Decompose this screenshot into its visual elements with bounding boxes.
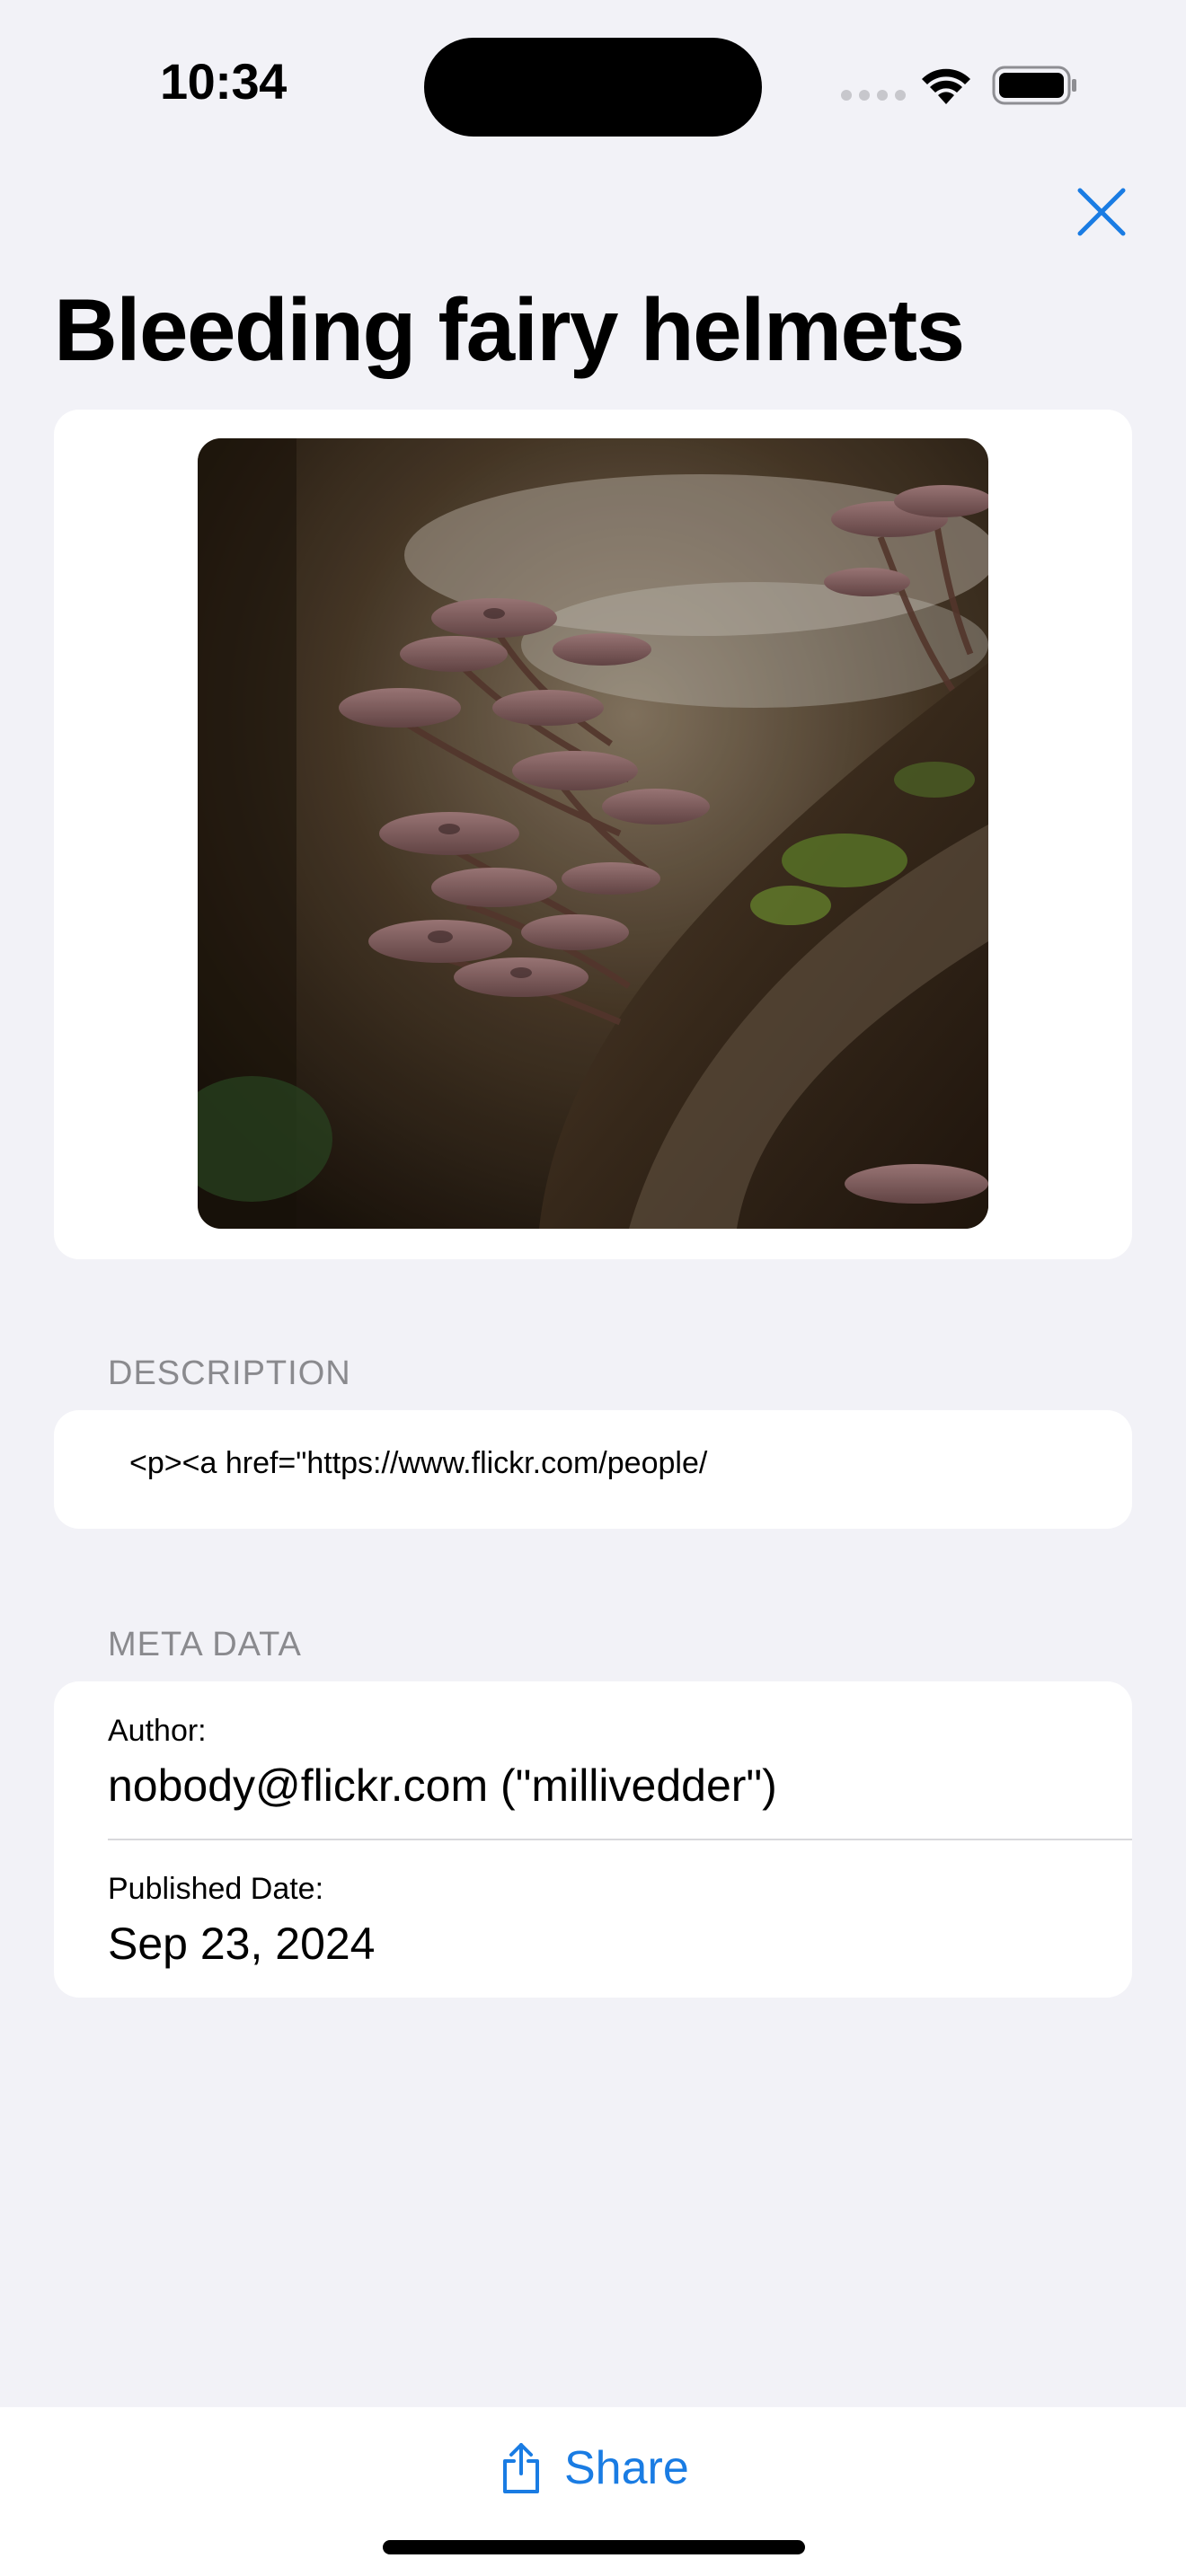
dynamic-island xyxy=(424,38,762,137)
cellular-signal-icon xyxy=(841,90,906,101)
published-value: Sep 23, 2024 xyxy=(108,1919,376,1969)
published-label: Published Date: xyxy=(108,1872,324,1906)
photo-detail-screen: 10:34 Bleeding fairy helmets DESCRIPTION… xyxy=(0,0,1186,2576)
share-label: Share xyxy=(564,2442,689,2494)
bottom-toolbar: Share xyxy=(0,2407,1186,2576)
description-header: DESCRIPTION xyxy=(108,1354,351,1392)
mushroom-photo[interactable] xyxy=(198,438,988,1229)
wifi-icon xyxy=(922,68,970,104)
share-icon xyxy=(503,2443,539,2493)
page-title: Bleeding fairy helmets xyxy=(54,280,965,379)
close-icon xyxy=(1077,188,1126,236)
meta-data-card: Author: nobody@flickr.com ("millivedder"… xyxy=(54,1681,1132,1998)
published-row: Published Date: Sep 23, 2024 xyxy=(108,1872,1132,1970)
home-indicator[interactable] xyxy=(383,2540,805,2554)
author-row: Author: nobody@flickr.com ("millivedder"… xyxy=(108,1714,1132,1812)
photo-card xyxy=(54,410,1132,1259)
meta-data-header: META DATA xyxy=(108,1626,302,1663)
meta-divider xyxy=(108,1839,1132,1840)
author-label: Author: xyxy=(108,1714,207,1748)
description-card: <p><a href="https://www.flickr.com/peopl… xyxy=(54,1410,1132,1529)
author-value: nobody@flickr.com ("millivedder") xyxy=(108,1760,777,1811)
close-button[interactable] xyxy=(1067,178,1136,246)
battery-icon xyxy=(992,66,1076,105)
status-time: 10:34 xyxy=(160,53,287,110)
share-button[interactable]: Share xyxy=(500,2432,689,2504)
description-text: <p><a href="https://www.flickr.com/peopl… xyxy=(129,1446,708,1480)
